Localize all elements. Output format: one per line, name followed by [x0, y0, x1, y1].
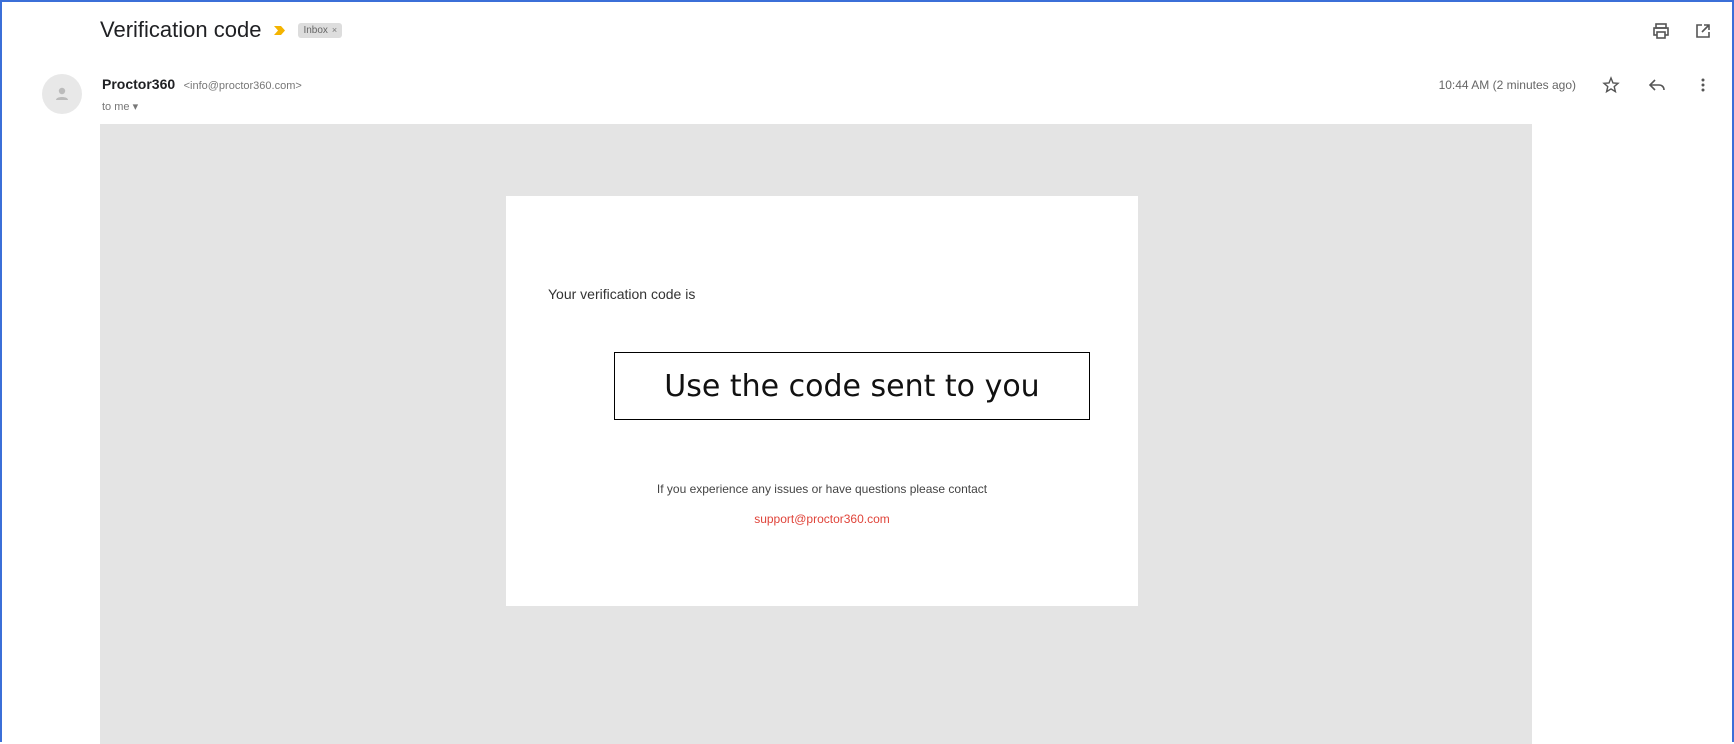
reply-icon[interactable]: [1646, 74, 1668, 96]
top-toolbar: [1650, 20, 1714, 42]
person-icon: [56, 87, 68, 100]
more-vert-icon[interactable]: [1692, 74, 1714, 96]
print-icon[interactable]: [1650, 20, 1672, 42]
open-in-new-window-icon[interactable]: [1692, 20, 1714, 42]
subject-row: Verification code Inbox ×: [100, 14, 343, 46]
inbox-label-chip[interactable]: Inbox ×: [298, 22, 343, 38]
email-body-canvas: Your verification code is Use the code s…: [100, 124, 1532, 744]
sender-header: Proctor360 <info@proctor360.com> to me ▾…: [42, 72, 1714, 120]
verification-code-box: Use the code sent to you: [614, 352, 1090, 420]
sender-block: Proctor360 <info@proctor360.com> to me ▾: [102, 76, 302, 113]
remove-label-button[interactable]: ×: [332, 25, 337, 35]
important-marker-icon[interactable]: [273, 24, 286, 37]
email-content-card: Your verification code is Use the code s…: [506, 196, 1138, 606]
message-timestamp: 10:44 AM (2 minutes ago): [1438, 78, 1576, 92]
sender-email: <info@proctor360.com>: [183, 80, 302, 92]
sender-avatar[interactable]: [42, 74, 82, 114]
contact-text: If you experience any issues or have que…: [656, 482, 988, 496]
recipient-details-toggle[interactable]: to me ▾: [102, 100, 302, 113]
sender-name[interactable]: Proctor360: [102, 76, 175, 92]
email-subject: Verification code: [100, 17, 262, 42]
support-email-link[interactable]: support@proctor360.com: [506, 512, 1138, 526]
star-icon[interactable]: [1600, 74, 1622, 96]
inbox-label-text: Inbox: [303, 24, 328, 36]
message-actions: 10:44 AM (2 minutes ago): [1439, 74, 1714, 96]
email-view-frame: Verification code Inbox × Proctor360 <in…: [0, 0, 1734, 744]
verification-intro: Your verification code is: [548, 286, 696, 302]
